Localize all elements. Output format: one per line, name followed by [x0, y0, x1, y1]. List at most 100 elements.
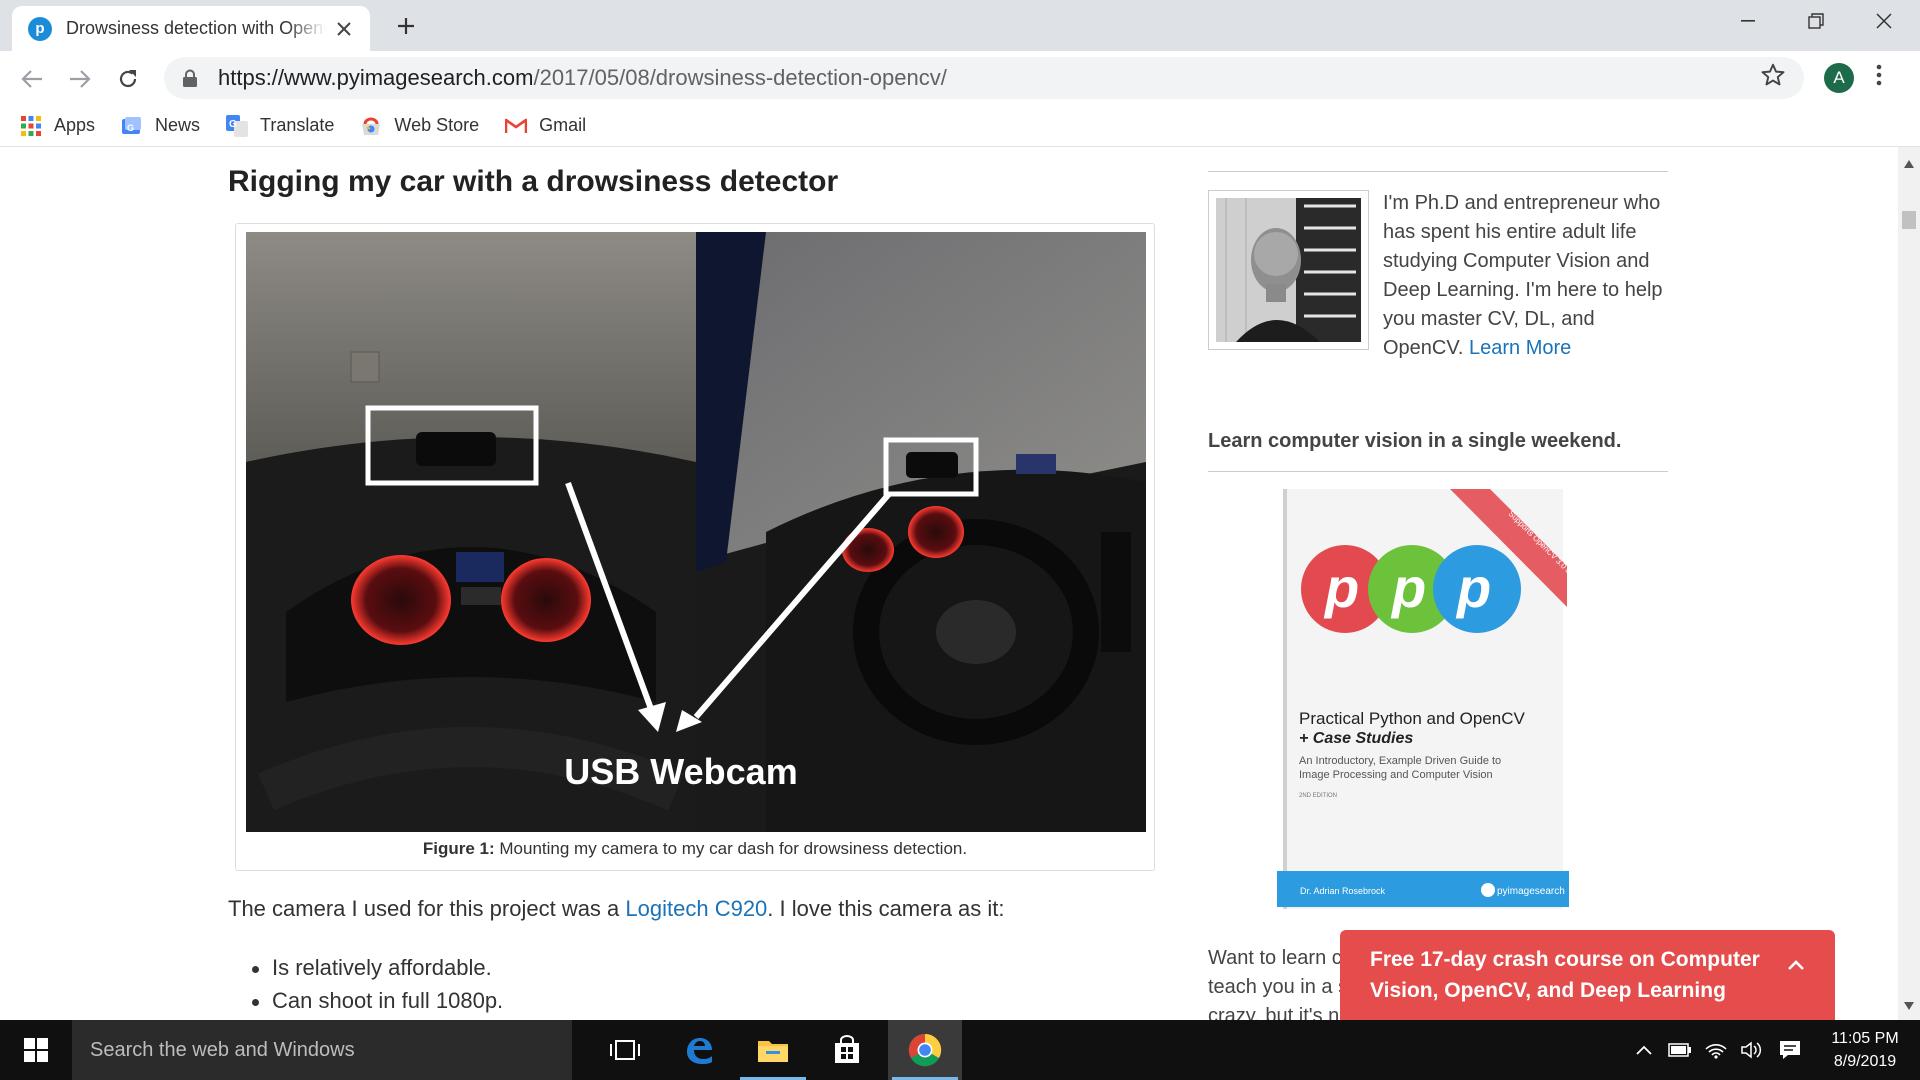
dashboard-webcam-photo: USB Webcam [246, 232, 1146, 832]
svg-text:G: G [229, 119, 237, 130]
profile-avatar[interactable]: A [1824, 63, 1854, 93]
book-author: Dr. Adrian Rosebrock [1300, 886, 1386, 896]
book-title-2: + Case Studies [1299, 730, 1413, 747]
taskbar-search-placeholder: Search the web and Windows [90, 1038, 355, 1061]
bookmark-news[interactable]: G News [121, 115, 200, 137]
crash-course-banner[interactable]: Free 17-day crash course on Computer Vis… [1340, 930, 1835, 1020]
more-menu-icon[interactable] [1876, 61, 1882, 93]
show-hidden-icons-chevron-icon[interactable] [1626, 1045, 1662, 1055]
bookmark-gmail[interactable]: Gmail [505, 115, 586, 137]
paragraph-text-before: The camera I used for this project was a [228, 896, 626, 921]
restore-button[interactable] [1782, 0, 1850, 42]
bookmark-label: Translate [260, 115, 335, 135]
close-window-button[interactable] [1850, 0, 1918, 42]
learn-more-link[interactable]: Learn More [1469, 337, 1571, 359]
browser-toolbar: https://www.pyimagesearch.com/2017/05/08… [0, 51, 1920, 105]
figure-caption: Figure 1: Mounting my camera to my car d… [236, 839, 1154, 859]
taskbar-edge[interactable] [662, 1020, 736, 1080]
task-view-icon [610, 1040, 640, 1060]
reload-button[interactable] [110, 61, 146, 97]
bookmark-translate[interactable]: G Translate [226, 114, 335, 137]
bookmark-web-store[interactable]: Web Store [360, 115, 479, 137]
page-scrollbar[interactable] [1898, 147, 1920, 1020]
book-publisher: pyimagesearch [1497, 886, 1565, 897]
taskbar-chrome[interactable] [888, 1020, 962, 1080]
author-portrait-illustration [1216, 198, 1361, 342]
web-store-icon [360, 115, 382, 137]
lock-icon [182, 69, 198, 87]
gmail-icon [505, 115, 528, 137]
reload-icon [119, 70, 137, 88]
svg-text:p: p [1390, 556, 1426, 619]
task-view-button[interactable] [588, 1020, 662, 1080]
book-subtitle-2: Image Processing and Computer Vision [1299, 769, 1493, 781]
back-button[interactable] [14, 61, 50, 97]
address-bar[interactable]: https://www.pyimagesearch.com/2017/05/08… [164, 57, 1804, 99]
webcam-photo-illustration: USB Webcam [246, 232, 1146, 832]
author-photo [1208, 190, 1369, 350]
bookmark-label: Apps [54, 115, 96, 135]
clock-time: 11:05 PM [1831, 1030, 1899, 1047]
author-bio: I'm Ph.D and entrepreneur who has spent … [1383, 189, 1673, 363]
title-bar: p Drowsiness detection with OpenCV [0, 0, 1920, 51]
clock-date: 8/9/2019 [1833, 1053, 1897, 1070]
scroll-up-arrow-icon[interactable] [1898, 157, 1920, 173]
figure-caption-label: Figure 1: [422, 839, 495, 858]
translate-icon: G [226, 114, 249, 137]
scrollbar-thumb[interactable] [1902, 211, 1916, 229]
book-title: Practical Python and OpenCV [1299, 709, 1526, 728]
file-explorer-icon [758, 1041, 788, 1062]
bookmark-label: News [155, 115, 201, 135]
url-host: https://www.pyimagesearch.com [218, 65, 534, 90]
article-paragraph: The camera I used for this project was a… [228, 896, 1005, 922]
paragraph-text-after: . I love this camera as it: [767, 896, 1005, 921]
volume-icon[interactable] [1734, 1041, 1770, 1059]
figure-caption-text: Mounting my camera to my car dash for dr… [494, 839, 968, 858]
bookmark-label: Gmail [539, 115, 587, 135]
start-button[interactable] [0, 1020, 72, 1080]
chevron-up-icon[interactable] [1787, 948, 1805, 979]
browser-tab[interactable]: p Drowsiness detection with OpenCV [12, 6, 370, 51]
new-tab-button[interactable] [390, 10, 422, 42]
windows-logo-icon [24, 1038, 48, 1062]
sidebar-divider [1208, 171, 1668, 172]
bookmarks-bar: Apps G News G Translate Web Store Gmail [0, 105, 1920, 147]
chrome-icon [908, 1033, 942, 1067]
bookmark-apps[interactable]: Apps [20, 115, 95, 137]
news-icon: G [121, 115, 143, 137]
system-tray: 11:05 PM 8/9/2019 [1626, 1020, 1920, 1080]
sidebar-heading: Learn computer vision in a single weeken… [1208, 430, 1622, 452]
scroll-down-arrow-icon[interactable] [1898, 999, 1920, 1015]
back-arrow-icon [21, 70, 42, 88]
taskbar-file-explorer[interactable] [736, 1020, 810, 1080]
crash-banner-line-2: Vision, OpenCV, and Deep Learning [1370, 979, 1726, 1002]
apps-grid-icon [20, 115, 42, 137]
close-tab-icon[interactable] [332, 17, 356, 41]
figure-1: USB Webcam Figure 1: Mounting my camera … [235, 223, 1155, 871]
book-subtitle-1: An Introductory, Example Driven Guide to [1299, 755, 1501, 767]
article-heading: Rigging my car with a drowsiness detecto… [228, 165, 839, 198]
crash-banner-line-1: Free 17-day crash course on Computer [1370, 948, 1760, 971]
forward-button[interactable] [62, 61, 98, 97]
book-cover[interactable]: Supports OpenCV 3.0 & Python 3+! p p p P… [1275, 489, 1602, 914]
bookmark-star-icon[interactable] [1760, 62, 1786, 95]
minimize-button[interactable] [1714, 0, 1782, 42]
action-center-icon[interactable] [1770, 1040, 1810, 1060]
author-bio-text: I'm Ph.D and entrepreneur who has spent … [1383, 192, 1663, 359]
store-icon [835, 1035, 859, 1063]
battery-icon[interactable] [1662, 1043, 1698, 1057]
svg-text:p: p [1455, 556, 1491, 619]
wifi-icon[interactable] [1698, 1041, 1734, 1059]
tab-title: Drowsiness detection with OpenCV [66, 18, 326, 38]
logitech-c920-link[interactable]: Logitech C920 [625, 896, 767, 921]
taskbar-store[interactable] [810, 1020, 884, 1080]
svg-text:p: p [1323, 556, 1359, 619]
book-edition: 2ND EDITION [1299, 793, 1337, 799]
url-text[interactable]: https://www.pyimagesearch.com/2017/05/08… [218, 65, 947, 91]
svg-text:G: G [127, 123, 134, 133]
bookmark-label: Web Store [394, 115, 480, 135]
usb-webcam-label: USB Webcam [564, 751, 797, 792]
taskbar-search[interactable]: Search the web and Windows [72, 1020, 572, 1080]
windows-taskbar: Search the web and Windows 11:05 PM 8/9/… [0, 1020, 1920, 1080]
taskbar-clock[interactable]: 11:05 PM 8/9/2019 [1810, 1027, 1920, 1073]
